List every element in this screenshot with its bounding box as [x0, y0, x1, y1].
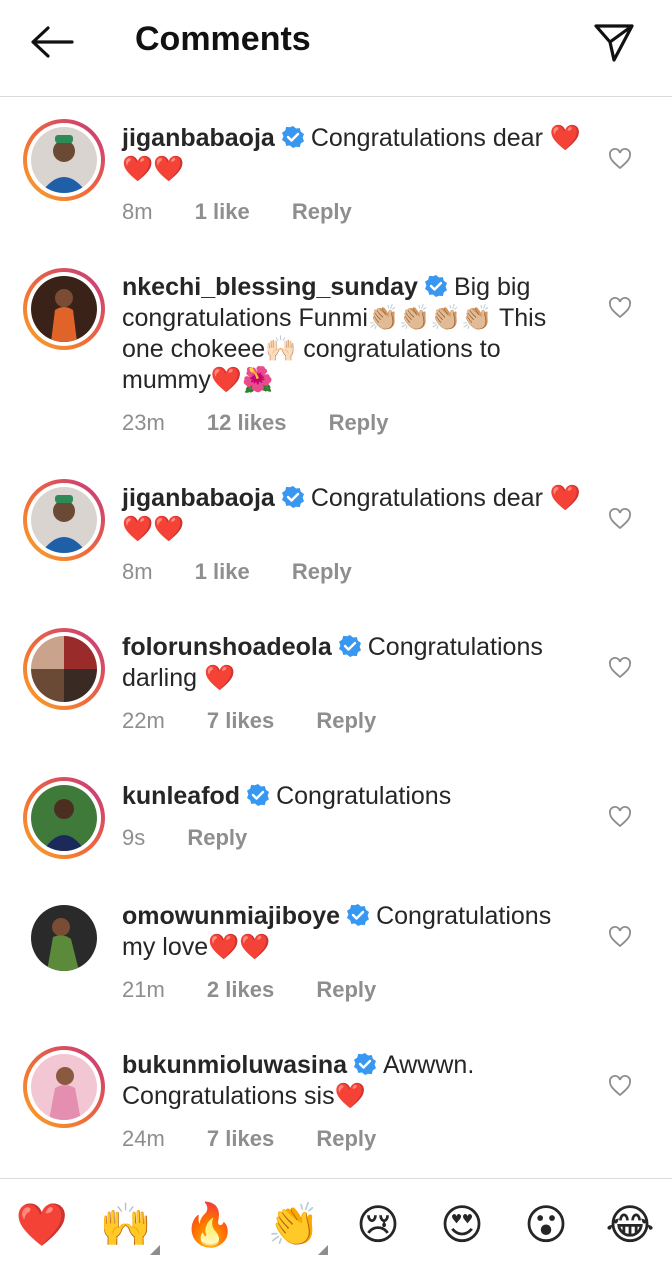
- direct-message-icon[interactable]: [592, 20, 636, 64]
- avatar[interactable]: [23, 479, 105, 561]
- emoji-heart-eyes[interactable]: 😍: [434, 1199, 490, 1255]
- username[interactable]: omowunmiajiboye: [122, 902, 340, 930]
- comment-text: bukunmioluwasina Awwwn. Congratulations s…: [122, 1050, 582, 1112]
- avatar[interactable]: [23, 268, 105, 350]
- timestamp: 24m: [122, 1126, 165, 1151]
- back-arrow-icon[interactable]: [28, 22, 76, 62]
- comment-meta: 22m 7 likes Reply: [122, 708, 412, 734]
- comment-text: jiganbabaoja Congratulations dear ❤️❤️❤️: [122, 123, 582, 185]
- emoji-clap-glyph: 👏: [267, 1201, 321, 1248]
- heart-icon[interactable]: [608, 656, 632, 680]
- username[interactable]: jiganbabaoja: [122, 484, 275, 512]
- verified-badge-icon: [347, 904, 370, 926]
- timestamp: 23m: [122, 410, 165, 435]
- reply-button[interactable]: Reply: [316, 708, 376, 733]
- like-count[interactable]: 12 likes: [207, 410, 287, 435]
- verified-badge-icon: [354, 1053, 377, 1075]
- comment-text: folorunshoadeola Congratulations darling …: [122, 632, 582, 694]
- verified-badge-icon: [281, 126, 304, 148]
- reply-button[interactable]: Reply: [292, 559, 352, 584]
- username[interactable]: kunleafod: [122, 782, 240, 810]
- comment-meta: 21m 2 likes Reply: [122, 977, 412, 1003]
- like-count[interactable]: 1 like: [195, 559, 250, 584]
- avatar[interactable]: [23, 897, 105, 979]
- comment-meta: 9s Reply: [122, 825, 283, 851]
- comment-meta: 8m 1 like Reply: [122, 559, 388, 585]
- skin-tone-indicator-icon: [150, 1245, 160, 1255]
- comment-text: omowunmiajiboye Congratulations my love❤️…: [122, 901, 582, 963]
- emoji-laughing[interactable]: 😂: [602, 1199, 658, 1255]
- heart-icon[interactable]: [608, 507, 632, 531]
- timestamp: 21m: [122, 977, 165, 1002]
- comment-body: Congratulations: [276, 782, 452, 810]
- verified-badge-icon: [424, 275, 447, 297]
- emoji-clap[interactable]: 👏: [266, 1199, 328, 1255]
- comment-text: kunleafod Congratulations: [122, 781, 582, 812]
- emoji-crying[interactable]: 😢: [350, 1199, 406, 1255]
- timestamp: 9s: [122, 825, 146, 850]
- heart-icon[interactable]: [608, 296, 632, 320]
- comment-meta: 8m 1 like Reply: [122, 199, 388, 225]
- like-count[interactable]: 2 likes: [207, 977, 274, 1002]
- avatar[interactable]: [23, 119, 105, 201]
- username[interactable]: bukunmioluwasina: [122, 1051, 347, 1079]
- comment-text: nkechi_blessing_sunday Big big congratula…: [122, 272, 582, 396]
- username[interactable]: nkechi_blessing_sunday: [122, 273, 418, 301]
- timestamp: 22m: [122, 708, 165, 733]
- comment-meta: 24m 7 likes Reply: [122, 1126, 412, 1152]
- timestamp: 8m: [122, 559, 153, 584]
- header: Comments: [0, 0, 672, 97]
- heart-icon[interactable]: [608, 925, 632, 949]
- avatar[interactable]: [23, 628, 105, 710]
- reply-button[interactable]: Reply: [329, 410, 389, 435]
- verified-badge-icon: [281, 486, 304, 508]
- skin-tone-indicator-icon: [318, 1245, 328, 1255]
- avatar[interactable]: [23, 777, 105, 859]
- emoji-surprised[interactable]: 😮: [518, 1199, 574, 1255]
- comment-text: jiganbabaoja Congratulations dear ❤️❤️❤️: [122, 483, 582, 545]
- comment-meta: 23m 12 likes Reply: [122, 410, 424, 436]
- page-title: Comments: [135, 20, 311, 58]
- username[interactable]: folorunshoadeola: [122, 633, 332, 661]
- emoji-reaction-bar: ❤️ 🙌 🔥 👏 😢 😍 😮 😂: [0, 1178, 672, 1270]
- like-count[interactable]: 1 like: [195, 199, 250, 224]
- emoji-raised-hands-glyph: 🙌: [99, 1201, 153, 1248]
- emoji-heart[interactable]: ❤️: [14, 1199, 70, 1255]
- reply-button[interactable]: Reply: [292, 199, 352, 224]
- avatar[interactable]: [23, 1046, 105, 1128]
- reply-button[interactable]: Reply: [187, 825, 247, 850]
- heart-icon[interactable]: [608, 805, 632, 829]
- reply-button[interactable]: Reply: [316, 977, 376, 1002]
- timestamp: 8m: [122, 199, 153, 224]
- emoji-raised-hands[interactable]: 🙌: [98, 1199, 160, 1255]
- emoji-fire[interactable]: 🔥: [182, 1199, 238, 1255]
- like-count[interactable]: 7 likes: [207, 708, 274, 733]
- heart-icon[interactable]: [608, 147, 632, 171]
- username[interactable]: jiganbabaoja: [122, 124, 275, 152]
- like-count[interactable]: 7 likes: [207, 1126, 274, 1151]
- heart-icon[interactable]: [608, 1074, 632, 1098]
- verified-badge-icon: [247, 784, 270, 806]
- reply-button[interactable]: Reply: [316, 1126, 376, 1151]
- verified-badge-icon: [338, 635, 361, 657]
